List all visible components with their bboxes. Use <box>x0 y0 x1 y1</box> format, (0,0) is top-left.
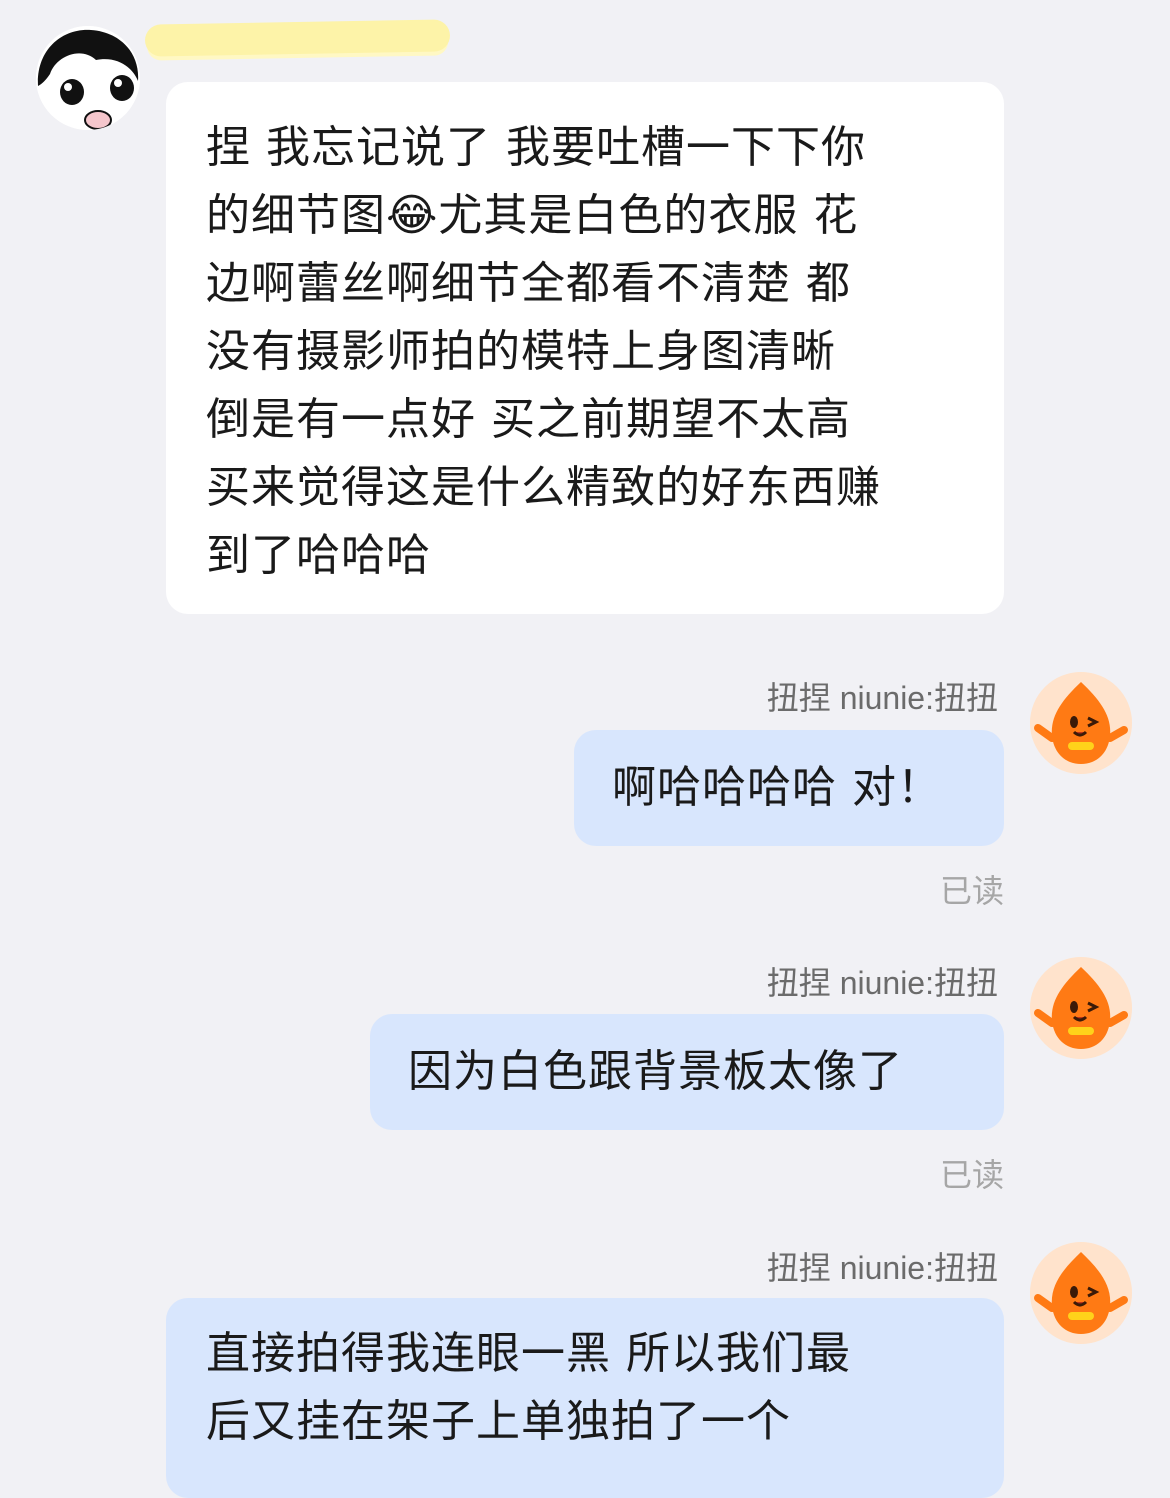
self-avatar[interactable] <box>1030 672 1132 774</box>
incoming-message-bubble[interactable]: 捏 我忘记说了 我要吐槽一下下你 的细节图😂尤其是白色的衣服 花 边啊蕾丝啊细节… <box>166 82 1004 614</box>
mascot-icon <box>1030 1242 1132 1344</box>
outgoing-message-bubble[interactable]: 因为白色跟背景板太像了 <box>370 1014 1004 1130</box>
message-line: 的细节图😂尤其是白色的衣服 花 <box>206 190 859 241</box>
read-status: 已读 <box>939 872 1004 910</box>
message-line: 啊哈哈哈哈 对！ <box>612 762 942 813</box>
message-line: 后又挂在架子上单独拍了一个 <box>206 1396 791 1447</box>
sender-name: 扭捏 niunie:扭扭 <box>766 965 998 1001</box>
cartoon-face-icon <box>36 26 140 130</box>
message-line: 到了哈哈哈 <box>206 530 431 581</box>
sender-name: 扭捏 niunie:扭扭 <box>766 1250 998 1286</box>
message-line: 买来觉得这是什么精致的好东西赚 <box>206 462 881 513</box>
contact-avatar[interactable] <box>36 26 140 130</box>
mascot-icon <box>1030 672 1132 774</box>
message-line: 边啊蕾丝啊细节全都看不清楚 都 <box>206 258 851 309</box>
message-line: 没有摄影师拍的模特上身图清晰 <box>206 326 836 377</box>
read-status: 已读 <box>939 1156 1004 1194</box>
message-line: 因为白色跟背景板太像了 <box>408 1046 903 1097</box>
message-line: 捏 我忘记说了 我要吐槽一下下你 <box>206 122 866 173</box>
self-avatar[interactable] <box>1030 957 1132 1059</box>
sender-name: 扭捏 niunie:扭扭 <box>766 680 998 716</box>
mascot-icon <box>1030 957 1132 1059</box>
contact-name-redacted <box>144 19 451 57</box>
message-line: 直接拍得我连眼一黑 所以我们最 <box>206 1328 851 1379</box>
message-line: 倒是有一点好 买之前期望不太高 <box>206 394 851 445</box>
outgoing-message-bubble[interactable]: 啊哈哈哈哈 对！ <box>574 730 1004 846</box>
self-avatar[interactable] <box>1030 1242 1132 1344</box>
outgoing-message-bubble[interactable]: 直接拍得我连眼一黑 所以我们最 后又挂在架子上单独拍了一个 <box>166 1298 1004 1498</box>
